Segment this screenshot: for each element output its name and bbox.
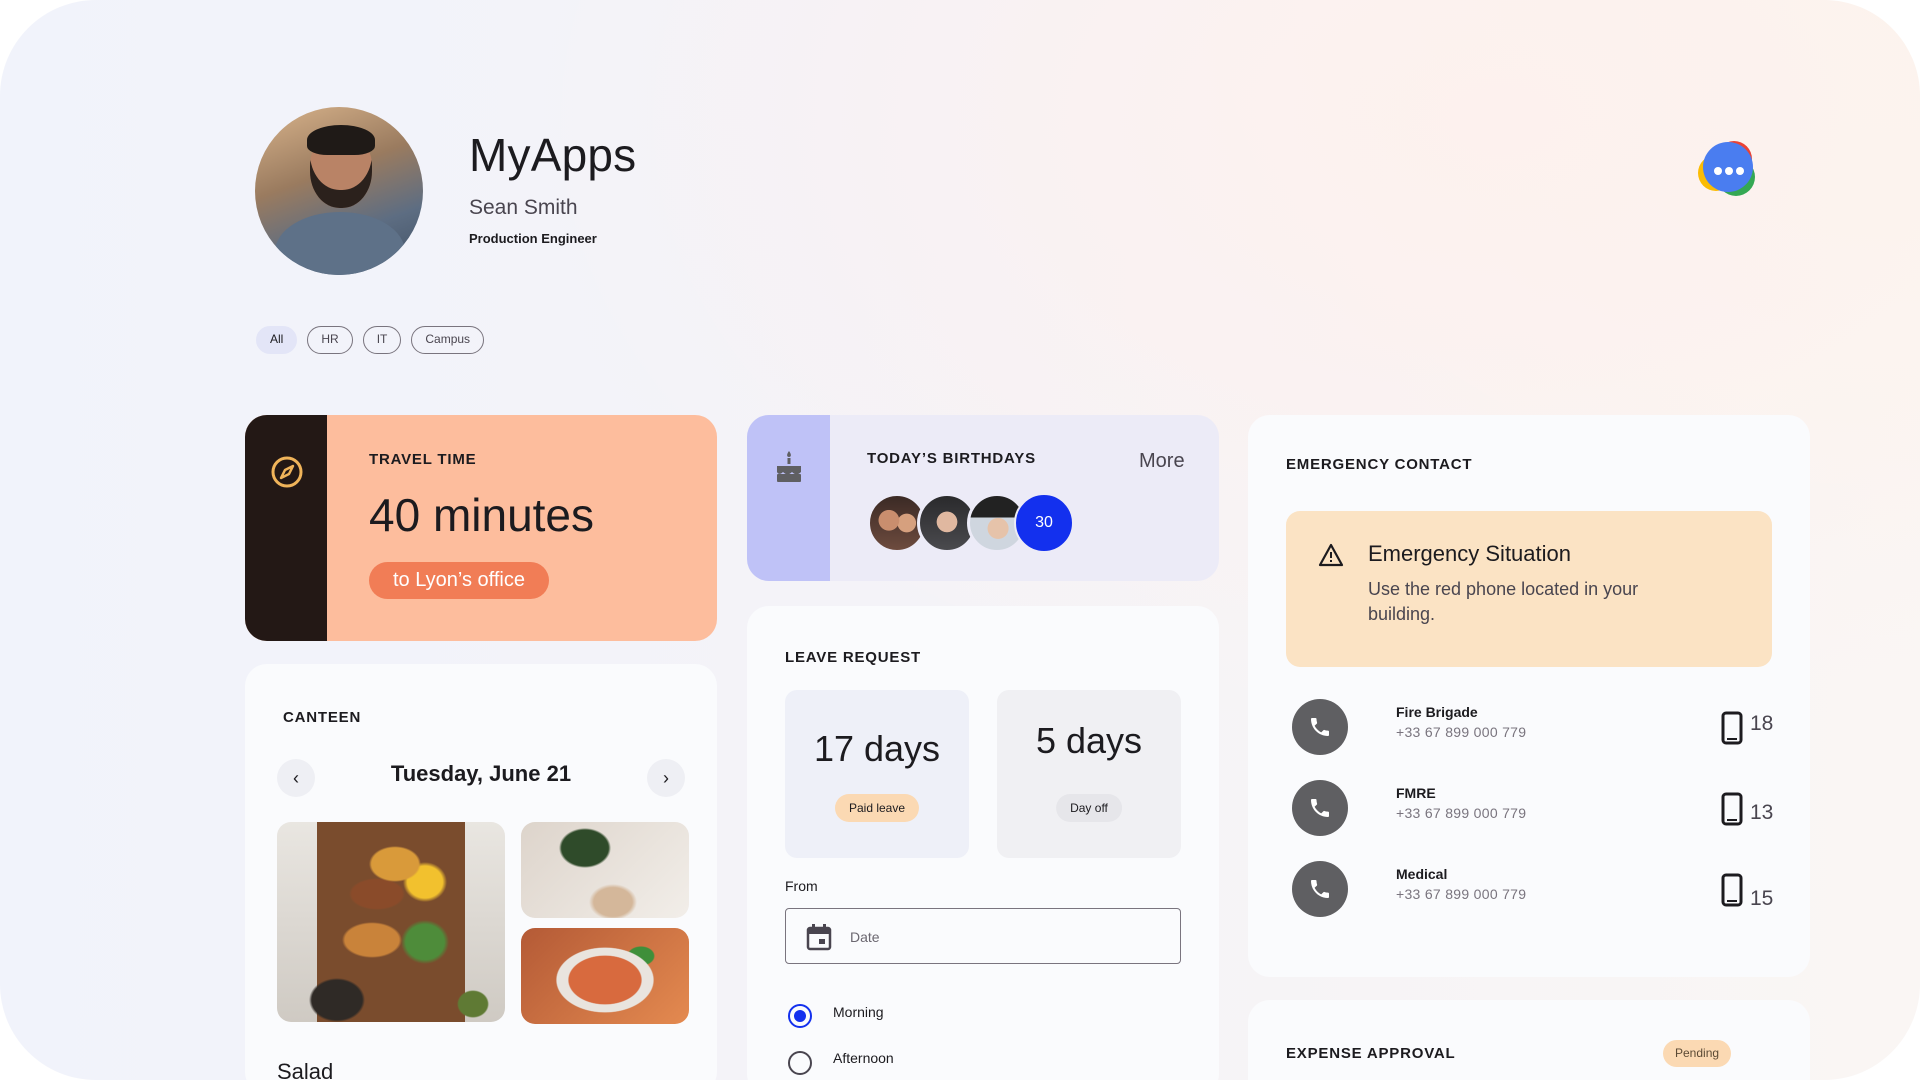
travel-destination-chip[interactable]: to Lyon’s office	[369, 562, 549, 599]
call-button[interactable]	[1292, 699, 1348, 755]
chevron-right-icon[interactable]: ›	[647, 759, 685, 797]
radio-label: Morning	[833, 1004, 884, 1020]
birthdays-title: TODAY’S BIRTHDAYS	[867, 450, 1036, 467]
paid-leave-stat: 17 days Paid leave	[785, 690, 969, 858]
emergency-alert: Emergency Situation Use the red phone lo…	[1286, 511, 1772, 667]
chat-bubble-icon[interactable]	[1694, 135, 1764, 205]
leave-title: LEAVE REQUEST	[785, 649, 921, 666]
app-page: MyApps Sean Smith Production Engineer Al…	[0, 0, 1920, 1080]
avatar-hair	[307, 125, 375, 155]
birthdays-more-link[interactable]: More	[1139, 450, 1185, 473]
travel-time-card[interactable]: TRAVEL TIME 40 minutes to Lyon’s office	[245, 415, 717, 641]
canteen-date: Tuesday, June 21	[390, 761, 572, 786]
birthday-count-badge[interactable]: 30	[1014, 493, 1074, 553]
contact-number: +33 67 899 000 779	[1396, 724, 1527, 740]
warning-icon	[1318, 543, 1344, 567]
expense-title: EXPENSE APPROVAL	[1286, 1045, 1456, 1062]
chip-all[interactable]: All	[256, 326, 298, 354]
user-avatar[interactable]	[255, 107, 423, 275]
cake-icon	[777, 451, 801, 482]
contact-row: FMRE +33 67 899 000 779 13	[1292, 780, 1792, 840]
from-label: From	[785, 878, 818, 894]
chevron-left-icon[interactable]: ‹	[277, 759, 315, 797]
contact-number: +33 67 899 000 779	[1396, 805, 1527, 821]
filter-chips: All HR IT Campus	[256, 326, 485, 354]
user-name: Sean Smith	[469, 196, 578, 219]
contact-row: Medical +33 67 899 000 779 15	[1292, 861, 1792, 921]
canteen-title: CANTEEN	[283, 709, 362, 726]
canteen-card: CANTEEN Tuesday, June 21 ‹ › Salad	[245, 664, 717, 1080]
phone-icon	[1311, 799, 1329, 817]
leave-request-card: LEAVE REQUEST 17 days Paid leave 5 days …	[747, 606, 1219, 1080]
dish-name: Salad	[277, 1059, 334, 1080]
chip-it[interactable]: IT	[362, 326, 402, 354]
call-button[interactable]	[1292, 780, 1348, 836]
contact-short-number: 18	[1750, 712, 1774, 735]
contact-name: Fire Brigade	[1396, 704, 1478, 720]
paid-leave-badge: Paid leave	[834, 794, 920, 822]
contact-name: FMRE	[1396, 785, 1436, 801]
contact-short-number: 13	[1750, 801, 1774, 824]
alert-title: Emergency Situation	[1368, 541, 1571, 566]
contact-number: +33 67 899 000 779	[1396, 886, 1527, 902]
food-photo-salad[interactable]	[521, 928, 689, 1024]
avatar-shirt	[275, 212, 405, 275]
travel-strip	[245, 415, 327, 641]
phone-icon	[1311, 880, 1329, 898]
app-title: MyApps	[469, 129, 637, 181]
call-button[interactable]	[1292, 861, 1348, 917]
food-photo-burger[interactable]	[277, 822, 505, 1022]
day-off-stat: 5 days Day off	[997, 690, 1181, 858]
chip-campus[interactable]: Campus	[411, 326, 485, 354]
emergency-title: EMERGENCY CONTACT	[1286, 456, 1473, 473]
radio-label: Afternoon	[833, 1050, 894, 1066]
user-role: Production Engineer	[469, 231, 597, 246]
calendar-icon	[806, 924, 832, 951]
contact-name: Medical	[1396, 866, 1448, 882]
paid-leave-days: 17 days	[813, 728, 941, 769]
compass-icon	[271, 456, 303, 488]
contact-row: Fire Brigade +33 67 899 000 779 18	[1292, 699, 1792, 759]
radio-button[interactable]	[788, 1051, 812, 1075]
mobile-phone-icon	[1721, 873, 1743, 907]
date-field[interactable]	[785, 908, 1181, 964]
food-photo-bowls[interactable]	[521, 822, 689, 918]
travel-value: 40 minutes	[369, 489, 595, 541]
contact-short-number: 15	[1750, 887, 1774, 910]
mobile-phone-icon	[1721, 711, 1743, 745]
birthdays-card: TODAY’S BIRTHDAYS More 30	[747, 415, 1219, 581]
travel-title: TRAVEL TIME	[369, 451, 477, 468]
expense-approval-card[interactable]: EXPENSE APPROVAL Pending	[1248, 1000, 1810, 1080]
alert-message: Use the red phone located in your buildi…	[1368, 579, 1639, 624]
mobile-phone-icon	[1721, 792, 1743, 826]
phone-icon	[1311, 718, 1329, 736]
emergency-contact-card: EMERGENCY CONTACT Emergency Situation Us…	[1248, 415, 1810, 977]
date-input[interactable]	[848, 923, 1152, 951]
day-off-days: 5 days	[1035, 720, 1143, 761]
status-badge: Pending	[1663, 1040, 1732, 1067]
chip-hr[interactable]: HR	[307, 326, 353, 354]
day-off-badge: Day off	[1056, 794, 1122, 822]
radio-button[interactable]	[788, 1004, 812, 1028]
birthdays-strip	[747, 415, 830, 581]
